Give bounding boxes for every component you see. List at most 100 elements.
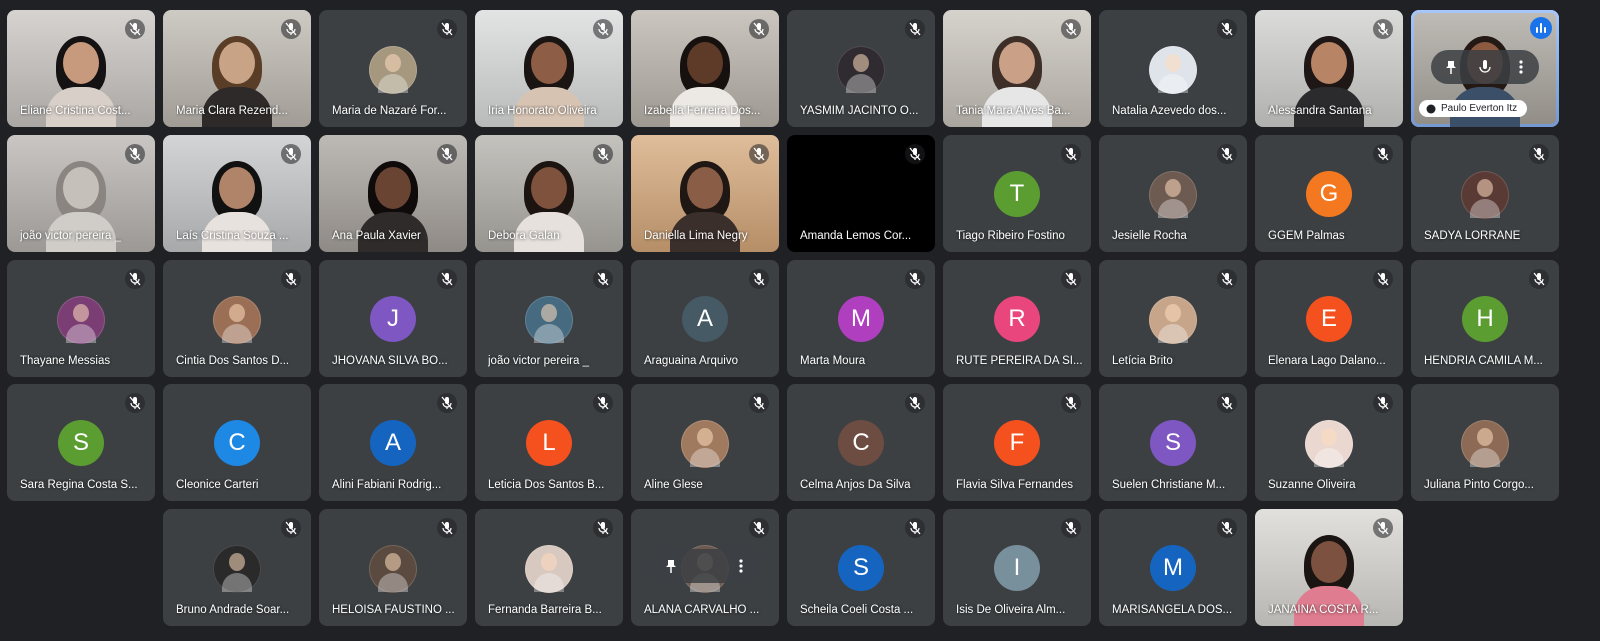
pin-icon[interactable] (663, 558, 679, 574)
participant-tile[interactable]: Letícia Brito (1099, 260, 1247, 377)
mic-off-icon (1217, 19, 1237, 39)
participant-tile[interactable]: joão victor pereira _ (7, 135, 155, 252)
participant-tile[interactable]: JANAINA COSTA R... (1255, 509, 1403, 626)
profile-photo-avatar (1149, 296, 1197, 344)
participant-tile[interactable]: joão victor pereira _ (475, 260, 623, 377)
participant-tile[interactable]: Aline Glese (631, 384, 779, 501)
participant-tile[interactable]: Laís Cristina Souza ... (163, 135, 311, 252)
mic-off-icon (905, 19, 925, 39)
participant-tile[interactable]: Paulo Everton Itz (1411, 10, 1559, 127)
participant-tile[interactable]: Jesielle Rocha (1099, 135, 1247, 252)
participant-tile[interactable]: R RUTE PEREIRA DA SI... (943, 260, 1091, 377)
mic-off-icon (437, 144, 457, 164)
letter-avatar: M (1150, 545, 1196, 591)
participant-name: Daniella Lima Negry (644, 230, 748, 242)
participant-name: Suzanne Oliveira (1268, 479, 1356, 491)
participant-tile[interactable]: Natalia Azevedo dos... (1099, 10, 1247, 127)
participant-tile[interactable]: S Sara Regina Costa S... (7, 384, 155, 501)
profile-photo-avatar (1461, 420, 1509, 468)
participant-tile[interactable]: A Araguaina Arquivo (631, 260, 779, 377)
participant-tile[interactable]: SADYA LORRANE (1411, 135, 1559, 252)
participant-name: Thayane Messias (20, 355, 111, 367)
participant-tile[interactable]: L Leticia Dos Santos B... (475, 384, 623, 501)
mic-off-icon (281, 518, 301, 538)
participant-tile[interactable]: YASMIM JACINTO O... (787, 10, 935, 127)
participant-tile[interactable]: S Scheila Coeli Costa ... (787, 509, 935, 626)
mic-off-icon (281, 19, 301, 39)
participant-tile[interactable]: Bruno Andrade Soar... (163, 509, 311, 626)
participant-name: Alini Fabiani Rodrig... (332, 479, 442, 491)
participant-name: Isis De Oliveira Alm... (956, 604, 1066, 616)
participant-tile[interactable]: ALANA CARVALHO ... (631, 509, 779, 626)
mic-off-icon (593, 518, 613, 538)
participant-tile[interactable]: Cintia Dos Santos D... (163, 260, 311, 377)
participant-tile[interactable]: Izabella Ferreira Dos... (631, 10, 779, 127)
more-options-icon[interactable] (733, 558, 749, 574)
participant-name: Eliane Cristina Cost... (20, 105, 131, 117)
letter-avatar: F (994, 420, 1040, 466)
participant-tile[interactable]: Eliane Cristina Cost... (7, 10, 155, 127)
participant-tile[interactable]: E Elenara Lago Dalano... (1255, 260, 1403, 377)
participant-tile[interactable]: H HENDRIA CAMILA M... (1411, 260, 1559, 377)
mic-icon[interactable] (1477, 59, 1493, 75)
profile-photo-avatar (213, 545, 261, 593)
participant-name: Iria Honorato Oliveira (488, 105, 597, 117)
participant-name: YASMIM JACINTO O... (800, 105, 919, 117)
participant-name: Tania Mara Alves Ba... (956, 105, 1071, 117)
letter-avatar: S (838, 545, 884, 591)
participant-tile[interactable]: Ana Paula Xavier (319, 135, 467, 252)
participant-tile[interactable]: Thayane Messias (7, 260, 155, 377)
participant-tile[interactable]: T Tiago Ribeiro Fostino (943, 135, 1091, 252)
mic-off-icon (125, 393, 145, 413)
mic-off-icon (437, 518, 457, 538)
letter-avatar: C (838, 420, 884, 466)
participant-tile[interactable]: Iria Honorato Oliveira (475, 10, 623, 127)
more-options-icon[interactable] (1513, 59, 1529, 75)
participant-tile[interactable]: Fernanda Barreira B... (475, 509, 623, 626)
pin-icon[interactable] (1443, 59, 1459, 75)
mic-off-icon (1217, 518, 1237, 538)
mic-off-icon (1529, 269, 1549, 289)
participant-name: Elenara Lago Dalano... (1268, 355, 1386, 367)
participant-tile[interactable]: S Suelen Christiane M... (1099, 384, 1247, 501)
mic-off-icon (1061, 518, 1081, 538)
participant-tile[interactable]: Amanda Lemos Cor... (787, 135, 935, 252)
profile-photo-avatar (369, 545, 417, 593)
participant-tile[interactable]: A Alini Fabiani Rodrig... (319, 384, 467, 501)
participant-name: Araguaina Arquivo (644, 355, 738, 367)
mic-off-icon (125, 19, 145, 39)
mic-off-icon (749, 19, 769, 39)
mic-off-icon (749, 144, 769, 164)
mic-off-icon (749, 269, 769, 289)
participant-name: ALANA CARVALHO ... (644, 604, 760, 616)
participant-tile[interactable]: M MARISANGELA DOS... (1099, 509, 1247, 626)
participant-tile[interactable]: Tania Mara Alves Ba... (943, 10, 1091, 127)
participant-tile[interactable]: Maria Clara Rezend... (163, 10, 311, 127)
mic-off-icon (1373, 518, 1393, 538)
participant-tile[interactable]: HELOISA FAUSTINO ... (319, 509, 467, 626)
letter-avatar: M (838, 296, 884, 342)
letter-avatar: H (1462, 296, 1508, 342)
participant-tile[interactable]: I Isis De Oliveira Alm... (943, 509, 1091, 626)
participant-tile[interactable]: M Marta Moura (787, 260, 935, 377)
participant-tile[interactable]: Suzanne Oliveira (1255, 384, 1403, 501)
profile-photo-avatar (681, 420, 729, 468)
participant-tile[interactable]: Daniella Lima Negry (631, 135, 779, 252)
participant-tile[interactable]: Debora Galan (475, 135, 623, 252)
participant-tile[interactable]: C Celma Anjos Da Silva (787, 384, 935, 501)
participant-name: MARISANGELA DOS... (1112, 604, 1233, 616)
participant-tile[interactable]: G GGEM Palmas (1255, 135, 1403, 252)
participant-name: Marta Moura (800, 355, 866, 367)
mic-off-icon (905, 269, 925, 289)
participant-tile[interactable]: C Cleonice Carteri (163, 384, 311, 501)
letter-avatar: E (1306, 296, 1352, 342)
participant-tile[interactable]: F Flavia Silva Fernandes (943, 384, 1091, 501)
letter-avatar: R (994, 296, 1040, 342)
participant-tile[interactable]: Alessandra Santana (1255, 10, 1403, 127)
participant-tile[interactable]: Maria de Nazaré For... (319, 10, 467, 127)
mic-off-icon (1217, 393, 1237, 413)
participant-tile[interactable]: J JHOVANA SILVA BO... (319, 260, 467, 377)
participant-name: Cintia Dos Santos D... (176, 355, 290, 367)
mic-off-icon (593, 144, 613, 164)
participant-tile[interactable]: Juliana Pinto Corgo... (1411, 384, 1559, 501)
